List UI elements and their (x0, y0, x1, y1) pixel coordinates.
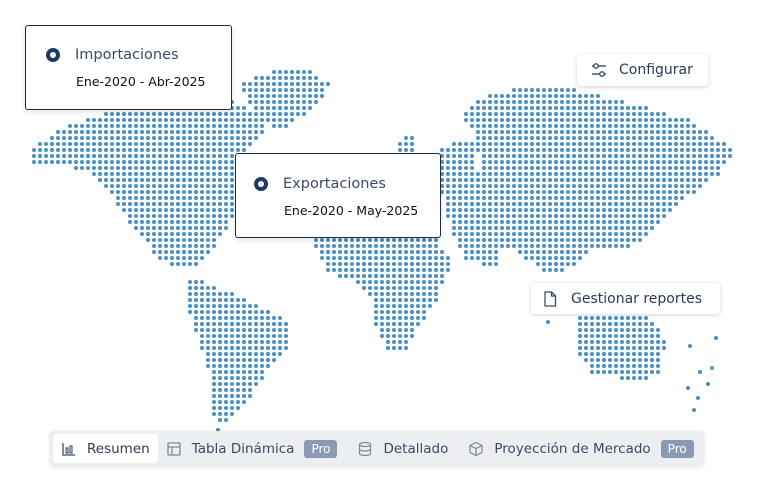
document-icon (544, 290, 557, 307)
tab-resumen[interactable]: Resumen (53, 434, 158, 463)
imports-range: Ene-2020 - Abr-2025 (76, 74, 206, 89)
tab-detallado-label: Detallado (383, 440, 449, 457)
manage-reports-button[interactable]: Gestionar reportes (531, 283, 720, 314)
exports-range: Ene-2020 - May-2025 (284, 203, 419, 218)
manage-reports-label: Gestionar reportes (571, 290, 703, 307)
exports-radio[interactable] (254, 177, 268, 191)
exports-title: Exportaciones (283, 176, 386, 192)
imports-title: Importaciones (75, 47, 179, 63)
configure-button[interactable]: Configurar (577, 54, 708, 86)
tab-proyeccion-mercado[interactable]: Proyección de Mercado Pro (468, 434, 694, 463)
sliders-icon (592, 63, 606, 77)
tab-tabla-dinamica[interactable]: Tabla Dinámica Pro (166, 434, 338, 463)
imports-radio[interactable] (46, 48, 60, 62)
tab-tabla-dinamica-label: Tabla Dinámica (191, 440, 295, 457)
pro-badge: Pro (304, 439, 338, 458)
pro-badge: Pro (660, 439, 694, 458)
exports-card[interactable]: Exportaciones Ene-2020 - May-2025 (235, 153, 441, 238)
tab-proyeccion-mercado-label: Proyección de Mercado (494, 440, 651, 457)
imports-card[interactable]: Importaciones Ene-2020 - Abr-2025 (25, 25, 232, 110)
cube-icon (469, 441, 483, 456)
database-icon (359, 441, 372, 456)
bar-chart-icon (62, 442, 75, 456)
tab-detallado[interactable]: Detallado (357, 434, 448, 463)
table-icon (167, 441, 181, 456)
tab-resumen-label: Resumen (87, 440, 150, 457)
view-tabs: Resumen Tabla Dinámica Pro Detallado Pro… (50, 431, 704, 466)
configure-label: Configurar (619, 62, 693, 78)
